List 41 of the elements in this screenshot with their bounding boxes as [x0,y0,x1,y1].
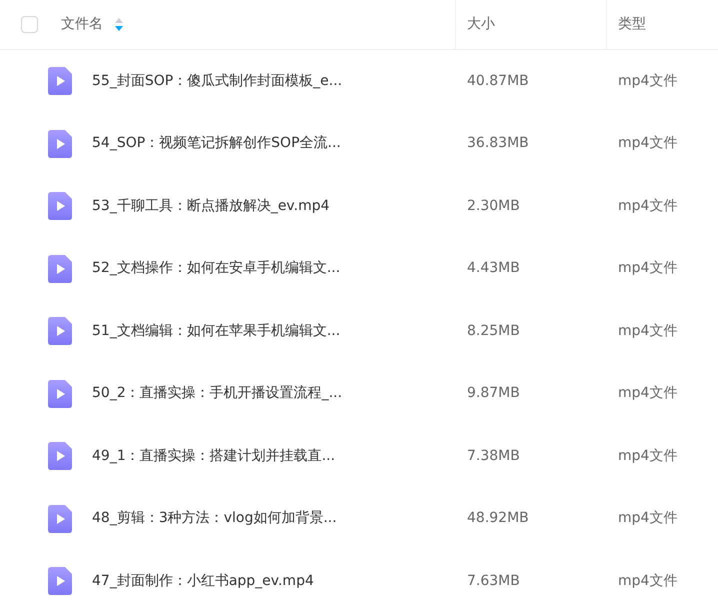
file-name[interactable]: 53_千聊工具：断点播放解决_ev.mp4 [92,196,330,217]
column-header[interactable]: 大小 [467,14,495,35]
sort-icon[interactable] [115,18,123,31]
file-size: 8.25MB [467,322,520,339]
video-file-icon [48,317,72,346]
column-header[interactable]: 类型 [618,14,646,35]
file-name[interactable]: 48_剪辑：3种方法：vlog如何加背景... [92,508,337,530]
file-type: mp4文件 [618,448,678,464]
file-type: mp4文件 [618,385,678,402]
file-name[interactable]: 55_封面SOP：傻瓜式制作封面模板_e... [92,70,342,92]
select-all-checkbox[interactable] [21,16,38,33]
video-file-icon [48,380,72,408]
file-size: 4.43MB [467,260,520,276]
video-file-icon [48,567,72,596]
video-file-icon [48,192,72,220]
file-type: mp4文件 [618,135,678,152]
file-size: 36.83MB [467,135,529,152]
file-type: mp4文件 [618,572,678,589]
video-file-icon [48,254,72,283]
file-type: mp4文件 [618,260,678,276]
file-name[interactable]: 47_封面制作：小红书app_ev.mp4 [92,570,314,592]
video-file-icon [48,67,72,96]
file-size: 2.30MB [467,198,520,214]
video-file-icon [48,130,72,158]
file-size: 7.38MB [467,448,520,464]
file-name[interactable]: 50_2：直播实操：手机开播设置流程_... [92,383,342,404]
file-type: mp4文件 [618,198,678,214]
file-size: 40.87MB [467,72,529,89]
file-type: mp4文件 [618,72,678,89]
file-name[interactable]: 49_1：直播实操：搭建计划并挂载直... [92,446,336,467]
file-size: 7.63MB [467,572,520,589]
video-file-icon [48,442,72,470]
file-type: mp4文件 [618,322,678,339]
video-file-icon [48,504,72,533]
file-size: 48.92MB [467,510,529,526]
column-header[interactable]: 文件名 [61,14,103,35]
file-type: mp4文件 [618,510,678,526]
file-name[interactable]: 51_文档编辑：如何在苹果手机编辑文... [92,320,340,342]
file-name[interactable]: 54_SOP：视频笔记拆解创作SOP全流... [92,133,341,154]
file-size: 9.87MB [467,385,520,402]
file-name[interactable]: 52_文档操作：如何在安卓手机编辑文... [92,258,340,280]
